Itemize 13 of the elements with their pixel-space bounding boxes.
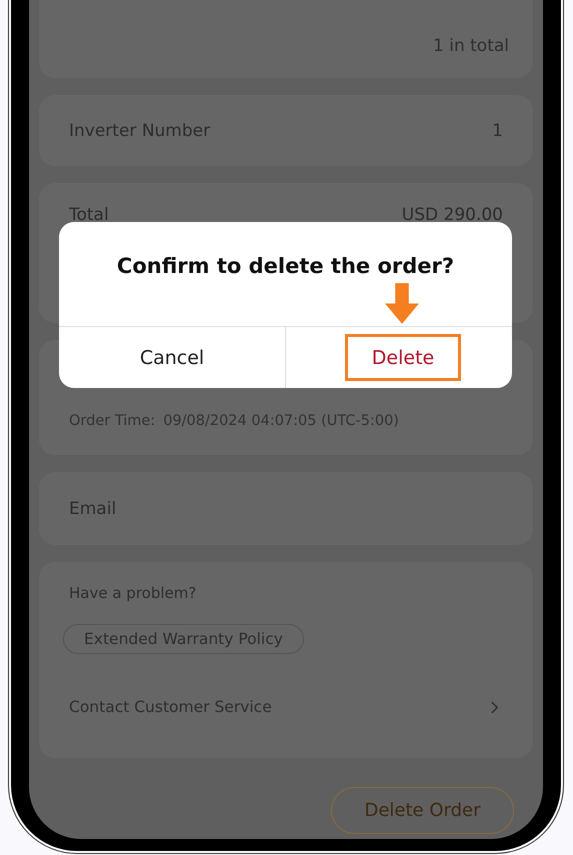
delete-button[interactable]: Delete — [345, 334, 461, 381]
dialog-title: Confirm to delete the order? — [116, 253, 456, 280]
inverter-number-label: Inverter Number — [69, 120, 210, 140]
warranty-policy-button[interactable]: Extended Warranty Policy — [63, 624, 304, 654]
total-value: USD 290.00 — [402, 205, 503, 225]
chevron-right-icon — [490, 700, 499, 714]
delete-order-button[interactable]: Delete Order — [331, 787, 514, 834]
contact-service-link[interactable]: Contact Customer Service — [69, 698, 272, 716]
cancel-button[interactable]: Cancel — [114, 334, 230, 381]
total-label: Total — [69, 205, 109, 225]
email-label: Email — [69, 498, 116, 518]
inverter-number-value: 1 — [492, 120, 503, 140]
help-title: Have a problem? — [69, 584, 196, 602]
